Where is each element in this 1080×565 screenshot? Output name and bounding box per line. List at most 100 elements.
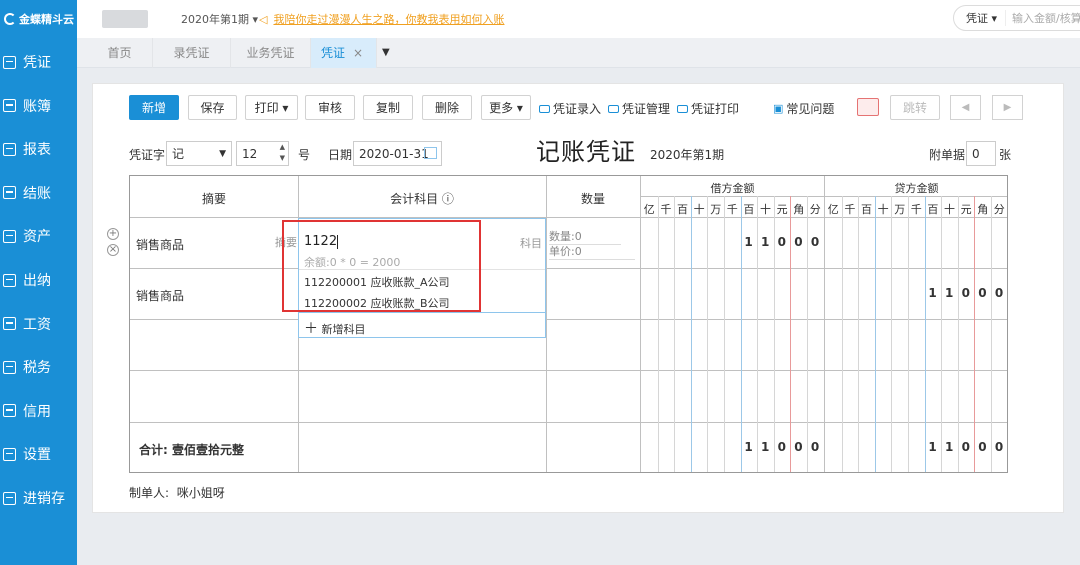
global-search[interactable]: 凭证 ▾ 输入金额/核算 [953, 5, 1080, 31]
more-button[interactable]: 更多 ▾ [481, 95, 531, 120]
attach-label: 附单据 [929, 147, 966, 162]
debit-unit-header: 千 [726, 203, 738, 216]
report-icon [3, 142, 16, 156]
period-selector[interactable]: 2020年第1期 ▾ [181, 11, 258, 27]
date-label: 日期 [328, 147, 353, 162]
total-debit-digit: 1 [761, 440, 770, 454]
calendar-icon[interactable] [424, 147, 437, 159]
sidebar-item-6[interactable]: 工资 [0, 309, 77, 339]
tab-record-voucher[interactable]: 录凭证 [153, 38, 231, 68]
copy-button[interactable]: 复制 [363, 95, 413, 120]
delete-button[interactable]: 删除 [422, 95, 472, 120]
delete-row-icon[interactable]: × [107, 244, 119, 256]
help-icon: ▣ [773, 102, 784, 115]
stepper-arrows-icon[interactable]: ▲ ▼ [280, 142, 285, 164]
voucher-table: 摘要 会计科目 ⓘ 数量 借方金额 贷方金额 销售商品 摘要 销售商品 数量:0… [129, 175, 1008, 473]
keyboard-icon[interactable] [857, 98, 879, 116]
gear-icon [3, 447, 16, 461]
tab-business-voucher[interactable]: 业务凭证 [231, 38, 311, 68]
credit-amount-digit: 0 [978, 286, 987, 300]
camera-icon [539, 104, 550, 113]
tab-voucher[interactable]: 凭证 × [311, 38, 377, 68]
new-button[interactable]: 新增 [129, 95, 179, 120]
credit-icon [3, 404, 16, 418]
total-debit-digit: 0 [794, 440, 803, 454]
sidebar-item-1[interactable]: 账簿 [0, 91, 77, 121]
date-input[interactable]: 2020-01-31 [353, 141, 442, 166]
credit-unit-header: 十 [943, 203, 955, 216]
next-arrow-icon[interactable]: ▶ [992, 95, 1023, 120]
debit-unit-header: 百 [676, 203, 688, 216]
debit-unit-header: 千 [660, 203, 672, 216]
sidebar-item-9[interactable]: 设置 [0, 439, 77, 469]
sidebar-item-5[interactable]: 出纳 [0, 265, 77, 295]
voucher-number-suffix: 号 [298, 147, 311, 162]
voucher-print-link[interactable]: 凭证打印 [677, 100, 739, 117]
voucher-word-label: 凭证字 [129, 147, 166, 162]
credit-unit-header: 亿 [827, 203, 839, 216]
total-credit-digit: 0 [961, 440, 970, 454]
sidebar-item-10[interactable]: 进销存 [0, 483, 77, 513]
debit-unit-header: 角 [793, 203, 805, 216]
sidebar-item-label: 报表 [23, 142, 51, 159]
sidebar-item-8[interactable]: 信用 [0, 396, 77, 426]
add-account-button[interactable]: ＋ 新增科目 [304, 318, 366, 338]
credit-unit-header: 角 [977, 203, 989, 216]
voucher-word-select[interactable]: 记 ▼ [166, 141, 232, 166]
attach-input[interactable]: 0 [966, 141, 996, 166]
prev-arrow-icon[interactable]: ◀ [950, 95, 981, 120]
faq-link[interactable]: ▣ 常见问题 [773, 100, 834, 117]
qty-header: 数量 [580, 192, 605, 206]
print-button[interactable]: 打印 ▾ [245, 95, 298, 120]
sidebar-item-0[interactable]: 凭证 [0, 47, 77, 77]
inventory-icon [3, 491, 16, 505]
credit-amount-digit: 1 [945, 286, 954, 300]
credit-unit-header: 千 [844, 203, 856, 216]
voucher-entry-link[interactable]: 凭证录入 [539, 100, 601, 117]
salary-icon [3, 317, 16, 331]
save-button[interactable]: 保存 [188, 95, 237, 120]
debit-unit-header: 十 [759, 203, 771, 216]
total-label: 合计: 壹佰壹拾元整 [139, 443, 244, 457]
summary-cell[interactable]: 销售商品 [136, 236, 184, 253]
voucher-number-stepper[interactable]: 12 ▲ ▼ [236, 141, 289, 166]
search-input[interactable]: 输入金额/核算 [1006, 10, 1080, 26]
credit-unit-header: 百 [927, 203, 939, 216]
sidebar-item-3[interactable]: 结账 [0, 178, 77, 208]
sidebar-item-2[interactable]: 报表 [0, 134, 77, 164]
tab-home[interactable]: 首页 [87, 38, 153, 68]
help-circle-icon[interactable]: ⓘ [442, 192, 454, 206]
debit-unit-header: 百 [743, 203, 755, 216]
voucher-manage-link[interactable]: 凭证管理 [608, 100, 670, 117]
sidebar-item-7[interactable]: 税务 [0, 352, 77, 382]
tab-bar: 首页 录凭证 业务凭证 凭证 × ▼ [77, 38, 1080, 68]
add-row-icon[interactable]: + [107, 228, 119, 240]
sidebar-item-label: 出纳 [23, 273, 51, 289]
maker-line: 制单人: 咪小姐呀 [129, 486, 225, 500]
sidebar-item-label: 结账 [23, 185, 51, 202]
company-name-blurred[interactable] [102, 10, 148, 28]
sidebar-item-label: 设置 [23, 447, 51, 464]
top-bar: 2020年第1期 ▾ ◁ 我陪你走过漫漫人生之路，你教我表用如何入账 凭证 ▾ 输… [77, 0, 1080, 38]
sidebar-item-label: 账簿 [23, 98, 51, 115]
jump-button[interactable]: 跳转 [890, 95, 940, 120]
notice-banner[interactable]: ◁ 我陪你走过漫漫人生之路，你教我表用如何入账 [259, 11, 504, 27]
search-type-select[interactable]: 凭证 ▾ [954, 10, 1007, 26]
logo-icon [4, 13, 16, 25]
credit-unit-header: 分 [993, 203, 1005, 216]
audit-button[interactable]: 审核 [305, 95, 355, 120]
debit-unit-header: 元 [776, 203, 788, 216]
summary-cell[interactable]: 销售商品 [136, 287, 184, 304]
credit-unit-header: 十 [877, 203, 889, 216]
close-icon[interactable]: × [353, 46, 363, 60]
tab-menu-icon[interactable]: ▼ [382, 47, 390, 58]
credit-amount-digit: 0 [994, 286, 1004, 300]
summary-header: 摘要 [201, 192, 226, 206]
sidebar-item-4[interactable]: 资产 [0, 221, 77, 251]
price-field[interactable]: 单价:0 [549, 243, 635, 260]
total-credit-digit: 1 [945, 440, 954, 454]
credit-amount-digit: 0 [961, 286, 970, 300]
attach-suffix: 张 [999, 147, 1012, 162]
sidebar-item-label: 凭证 [23, 55, 51, 71]
plus-icon: ＋ [304, 321, 318, 337]
